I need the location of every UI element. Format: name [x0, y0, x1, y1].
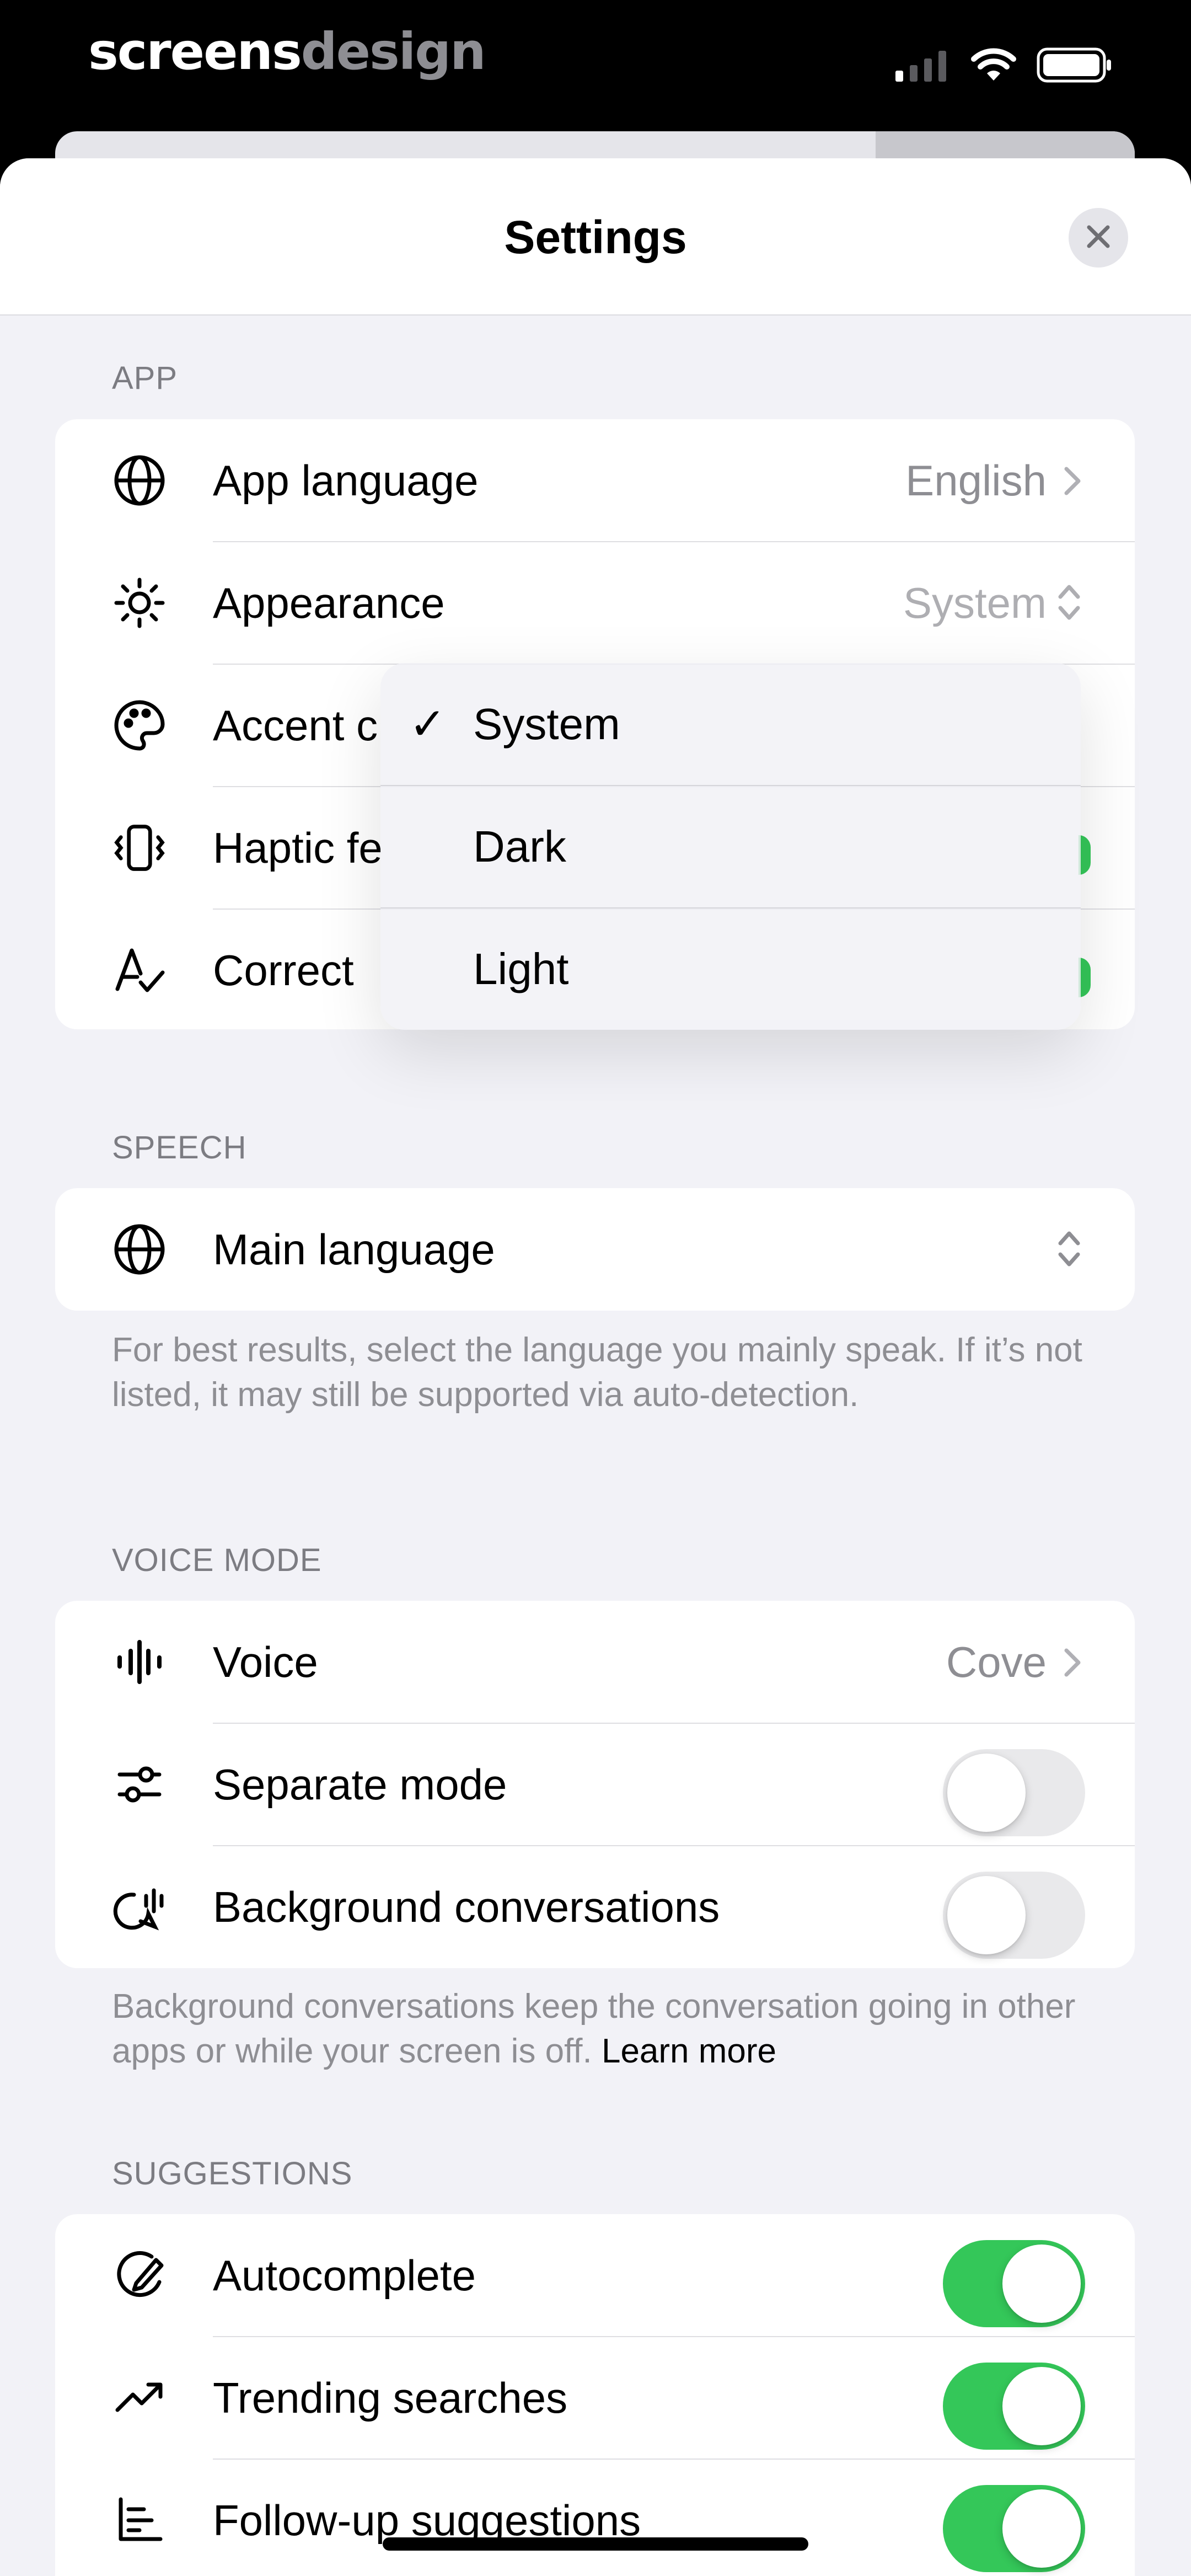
close-button[interactable] — [1069, 208, 1128, 268]
follow-up-suggestions-toggle[interactable] — [943, 2485, 1085, 2572]
follow-up-suggestions-row: Follow-up suggestions — [55, 2459, 1135, 2576]
section-label-speech: SPEECH — [112, 1130, 247, 1166]
text-correction-icon — [110, 941, 169, 1000]
app-language-row[interactable]: App language English — [55, 419, 1135, 542]
background-conversations-label: Background conversations — [213, 1883, 720, 1931]
battery-icon — [1037, 47, 1114, 85]
appearance-menu: ✓ System Dark Light — [380, 663, 1081, 1030]
waveform-icon — [110, 1633, 169, 1691]
suggestions-card: Autocomplete Trending searches Follow-up… — [55, 2214, 1135, 2576]
chevron-updown-icon — [1056, 580, 1082, 627]
voice-label: Voice — [213, 1638, 318, 1686]
voice-mode-footnote: Background conversations keep the conver… — [112, 1984, 1082, 2073]
palette-icon — [110, 696, 169, 755]
voice-mode-card: Voice Cove Separate mode Background conv… — [55, 1601, 1135, 1968]
appearance-option-label: Dark — [473, 822, 566, 871]
home-indicator — [383, 2537, 808, 2551]
chevron-right-icon — [1063, 1647, 1082, 1681]
speech-settings-card: Main language — [55, 1188, 1135, 1311]
section-label-app: APP — [112, 360, 178, 396]
separate-mode-label: Separate mode — [213, 1760, 507, 1809]
voice-mode-footnote-text: Background conversations keep the conver… — [112, 1987, 1076, 2070]
appearance-option-label: System — [473, 699, 620, 749]
speech-footnote: For best results, select the language yo… — [112, 1331, 1082, 1414]
chevron-right-icon — [1063, 466, 1082, 499]
toggle-knob — [1002, 2489, 1081, 2568]
trending-searches-label: Trending searches — [213, 2374, 568, 2422]
voice-value: Cove — [946, 1638, 1047, 1686]
trending-searches-toggle[interactable] — [943, 2363, 1085, 2450]
autocomplete-row: Autocomplete — [55, 2214, 1135, 2337]
close-icon — [1086, 224, 1111, 252]
main-language-row[interactable]: Main language — [55, 1188, 1135, 1311]
brand-watermark: screensdesign — [88, 22, 486, 81]
toggle-knob — [947, 1876, 1026, 1954]
autocomplete-icon — [110, 2246, 169, 2305]
chevron-updown-icon — [1056, 1227, 1082, 1274]
appearance-option-dark[interactable]: Dark — [380, 785, 1081, 907]
main-language-label: Main language — [213, 1225, 495, 1274]
background-voice-icon — [110, 1878, 169, 1936]
toggle-knob — [947, 1754, 1026, 1832]
appearance-option-light[interactable]: Light — [380, 908, 1081, 1030]
sliders-icon — [110, 1755, 169, 1814]
brand-part-2: design — [301, 22, 486, 81]
sun-icon — [110, 574, 169, 632]
follow-up-icon — [110, 2491, 169, 2550]
wifi-icon — [970, 47, 1017, 85]
accent-color-label: Accent c — [213, 701, 378, 750]
app-language-value: English — [905, 456, 1047, 505]
section-label-voice-mode: VOICE MODE — [112, 1542, 322, 1578]
appearance-label: Appearance — [213, 579, 445, 627]
appearance-option-system[interactable]: ✓ System — [380, 663, 1081, 785]
trending-searches-row: Trending searches — [55, 2337, 1135, 2459]
follow-up-suggestions-label: Follow-up suggestions — [213, 2496, 641, 2545]
appearance-row[interactable]: Appearance System — [55, 542, 1135, 664]
globe-icon — [110, 1220, 169, 1279]
learn-more-link[interactable]: Learn more — [602, 2032, 776, 2070]
appearance-option-label: Light — [473, 944, 569, 993]
voice-row[interactable]: Voice Cove — [55, 1601, 1135, 1723]
settings-sheet: Settings APP App language English Appear… — [0, 158, 1191, 2576]
cellular-signal-icon — [895, 49, 951, 84]
page-title: Settings — [504, 211, 687, 263]
correction-label: Correct — [213, 946, 354, 995]
separate-mode-row: Separate mode — [55, 1723, 1135, 1846]
separate-mode-toggle[interactable] — [943, 1749, 1085, 1836]
section-label-suggestions: SUGGESTIONS — [112, 2156, 353, 2192]
trending-icon — [110, 2369, 169, 2427]
haptic-feedback-label: Haptic fe — [213, 824, 383, 872]
autocomplete-toggle[interactable] — [943, 2240, 1085, 2327]
appearance-value: System — [903, 579, 1047, 627]
autocomplete-label: Autocomplete — [213, 2251, 476, 2300]
checkmark-icon: ✓ — [409, 699, 447, 749]
background-conversations-toggle[interactable] — [943, 1872, 1085, 1959]
background-conversations-row: Background conversations — [55, 1846, 1135, 1968]
toggle-knob — [1002, 2367, 1081, 2445]
haptic-icon — [110, 819, 169, 877]
app-language-label: App language — [213, 456, 479, 505]
sheet-header: Settings — [0, 158, 1191, 316]
toggle-knob — [1002, 2244, 1081, 2323]
status-icons — [895, 44, 1114, 88]
brand-part-1: screens — [88, 22, 302, 81]
globe-icon — [110, 451, 169, 510]
